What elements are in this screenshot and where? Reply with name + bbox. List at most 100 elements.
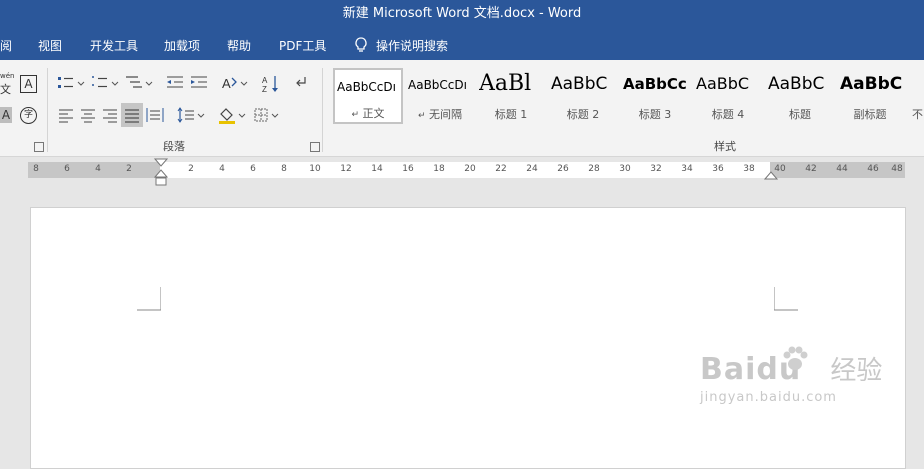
style-preview: AaBbC [768, 74, 825, 94]
chinese-layout-button[interactable]: A [220, 74, 250, 92]
paint-bucket-icon [219, 108, 246, 124]
ruler-number: 6 [250, 164, 256, 174]
style-preview: AaBbCc [623, 75, 687, 93]
style-preview: AaBl [479, 71, 532, 96]
style-preview: AaBbCcDı [337, 80, 396, 94]
show-marks-button[interactable] [293, 74, 309, 92]
margin-corner-mark [137, 287, 161, 311]
bullets-button[interactable] [56, 74, 86, 92]
line-spacing-button[interactable] [176, 106, 206, 124]
style-preview: AaBbC [696, 74, 750, 93]
ruler-number: 34 [681, 164, 693, 174]
borders-button[interactable] [252, 106, 282, 124]
paragraph-mark: ↵ [417, 111, 426, 121]
ruler-number: 2 [188, 164, 194, 174]
paragraph-group-label: 段落 [163, 140, 185, 153]
document-page[interactable] [30, 207, 906, 469]
ruler-number: 26 [557, 164, 569, 174]
style-heading-4[interactable]: AaBbC 标题 4 [694, 68, 762, 124]
ruler-number: 24 [526, 164, 538, 174]
paw-icon [783, 346, 808, 370]
style-normal[interactable]: AaBbCcDı ↵ 正文 [333, 68, 403, 124]
distributed-icon [146, 108, 164, 122]
bullets-icon [58, 77, 85, 88]
style-more[interactable]: 不 [908, 68, 924, 124]
increase-indent-button[interactable] [189, 74, 209, 92]
baidu-jingyan-watermark: Baidu 经验 jingyan.baidu.com [700, 346, 882, 405]
tab-developer[interactable]: 开发工具 [90, 37, 138, 54]
ruler-number: 18 [433, 164, 445, 174]
style-name: 标题 [789, 108, 811, 121]
paragraph-dialog-launcher[interactable] [310, 142, 320, 152]
style-title[interactable]: AaBbC 标题 [766, 68, 834, 124]
margin-corner-mark [774, 287, 798, 311]
sort-button[interactable]: A Z [261, 74, 281, 94]
paragraph-mark-icon [296, 77, 306, 87]
style-heading-3[interactable]: AaBbCc 标题 3 [621, 68, 689, 124]
sort-icon: A Z [262, 76, 278, 94]
font-dialog-launcher[interactable] [34, 142, 44, 152]
tab-addins[interactable]: 加载项 [164, 37, 200, 54]
ruler-number: 2 [126, 164, 132, 174]
character-shading-button[interactable]: A [0, 107, 12, 123]
style-name-text: 无间隔 [429, 108, 463, 121]
ruler-number: 20 [464, 164, 476, 174]
style-no-spacing[interactable]: AaBbCcDı ↵ 无间隔 [406, 68, 474, 124]
ruler-number: 12 [340, 164, 352, 174]
ruler-number: 16 [402, 164, 414, 174]
ribbon: wén 文 A A 字 A A Z 段落 AaBbCcDı ↵ 正文 AaBbC… [0, 60, 924, 157]
style-preview: AaBbC [840, 74, 902, 94]
chinese-layout-icon: A [222, 76, 248, 91]
first-line-indent-marker[interactable] [154, 158, 168, 186]
align-left-button[interactable] [56, 106, 76, 124]
character-border-button[interactable]: A [20, 75, 37, 93]
distributed-button[interactable] [145, 106, 165, 124]
tab-view[interactable]: 视图 [38, 37, 62, 54]
ruler-number: 8 [281, 164, 287, 174]
justify-button[interactable] [121, 103, 143, 127]
ruler-number: 28 [588, 164, 600, 174]
tab-help[interactable]: 帮助 [227, 37, 251, 54]
styles-group-label: 样式 [714, 140, 736, 153]
tell-me-label: 操作说明搜索 [376, 39, 449, 53]
style-subtitle[interactable]: AaBbC 副标题 [838, 68, 902, 124]
style-preview: AaBbC [551, 74, 608, 94]
style-preview: AaBbCcDı [408, 78, 467, 92]
svg-text:A: A [262, 76, 268, 85]
style-name: ↵ 正文 [335, 105, 401, 121]
paragraph-mark: ↵ [351, 110, 360, 120]
ribbon-tab-bar: 阅 视图 开发工具 加载项 帮助 PDF工具 操作说明搜索 [0, 30, 924, 60]
ruler-number: 44 [836, 164, 848, 174]
style-heading-2[interactable]: AaBbC 标题 2 [549, 68, 617, 124]
borders-icon [254, 108, 279, 122]
multilevel-list-button[interactable] [124, 74, 154, 92]
style-heading-1[interactable]: AaBl 标题 1 [477, 68, 545, 124]
justify-icon [125, 109, 139, 123]
right-indent-marker[interactable] [764, 170, 778, 180]
style-name: 副标题 [853, 108, 887, 121]
decrease-indent-icon [167, 76, 183, 88]
window-title: 新建 Microsoft Word 文档.docx - Word [342, 6, 582, 21]
align-center-button[interactable] [78, 106, 98, 124]
align-left-icon [59, 109, 73, 123]
style-name: 不 [912, 108, 923, 121]
lightbulb-icon [355, 37, 367, 52]
numbering-button[interactable] [90, 74, 120, 92]
align-right-button[interactable] [100, 106, 120, 124]
tell-me-search[interactable]: 操作说明搜索 [354, 37, 448, 54]
increase-indent-icon [191, 76, 207, 88]
enclose-characters-button[interactable]: 字 [20, 107, 37, 124]
line-spacing-icon [177, 107, 205, 123]
phonetic-guide-button[interactable]: wén 文 [0, 72, 16, 96]
style-name: 标题 4 [711, 108, 745, 121]
tab-pdf-tools[interactable]: PDF工具 [279, 37, 326, 54]
ruler-number: 38 [743, 164, 755, 174]
ruler-number: 42 [805, 164, 817, 174]
ruler-number: 6 [64, 164, 70, 174]
tab-review[interactable]: 阅 [0, 37, 12, 54]
numbering-icon [92, 76, 119, 88]
shading-button[interactable] [217, 106, 247, 124]
ruler-number: 10 [309, 164, 321, 174]
ruler-number: 36 [712, 164, 724, 174]
decrease-indent-button[interactable] [165, 74, 185, 92]
